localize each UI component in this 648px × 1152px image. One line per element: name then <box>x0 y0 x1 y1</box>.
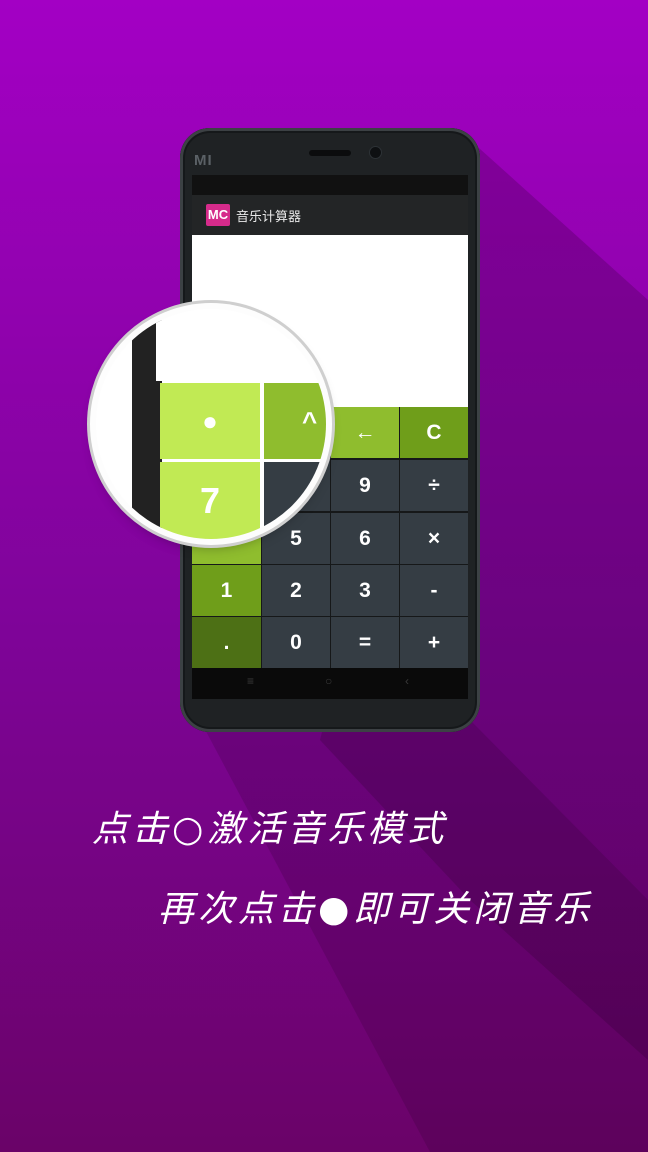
key-2[interactable]: 2 <box>262 565 330 616</box>
caption-line-2: 再次点击●即可关闭音乐 <box>158 889 594 930</box>
key-clear[interactable]: C <box>400 407 468 458</box>
key-divide[interactable]: ÷ <box>400 460 468 511</box>
key-equals[interactable]: = <box>331 617 399 668</box>
key-backspace[interactable]: ← <box>331 407 399 458</box>
app-bar: MC 音乐计算器 <box>192 195 468 235</box>
magnified-key-7[interactable]: 7 <box>160 462 260 539</box>
key-add[interactable]: + <box>400 617 468 668</box>
key-subtract[interactable]: - <box>400 565 468 616</box>
phone-brand-logo: MI <box>194 152 213 169</box>
home-icon[interactable]: ○ <box>325 674 332 688</box>
key-0[interactable]: 0 <box>262 617 330 668</box>
app-title: 音乐计算器 <box>236 209 302 224</box>
magnified-key-power[interactable]: ^ <box>264 383 326 459</box>
magnified-display-inner <box>156 309 326 381</box>
android-nav-bar: ≡ ○ ‹ <box>192 668 468 699</box>
magnified-region: ● ^ 7 <box>96 309 326 539</box>
menu-icon[interactable]: ≡ <box>247 674 254 688</box>
phone-speaker <box>309 150 351 156</box>
back-icon[interactable]: ‹ <box>405 674 409 688</box>
status-bar <box>192 175 468 195</box>
key-multiply[interactable]: × <box>400 513 468 564</box>
magnified-key-music-toggle[interactable]: ● <box>160 383 260 459</box>
magnifier-lens: ● ^ 7 <box>96 309 326 539</box>
magnified-key-8[interactable] <box>264 462 326 539</box>
key-3[interactable]: 3 <box>331 565 399 616</box>
key-decimal[interactable]: . <box>192 617 261 668</box>
caption-line-1: 点击○激活音乐模式 <box>92 809 448 850</box>
key-6[interactable]: 6 <box>331 513 399 564</box>
app-logo-icon: MC <box>206 204 230 226</box>
phone-camera <box>370 147 381 158</box>
key-9[interactable]: 9 <box>331 460 399 511</box>
key-1[interactable]: 1 <box>192 565 261 616</box>
